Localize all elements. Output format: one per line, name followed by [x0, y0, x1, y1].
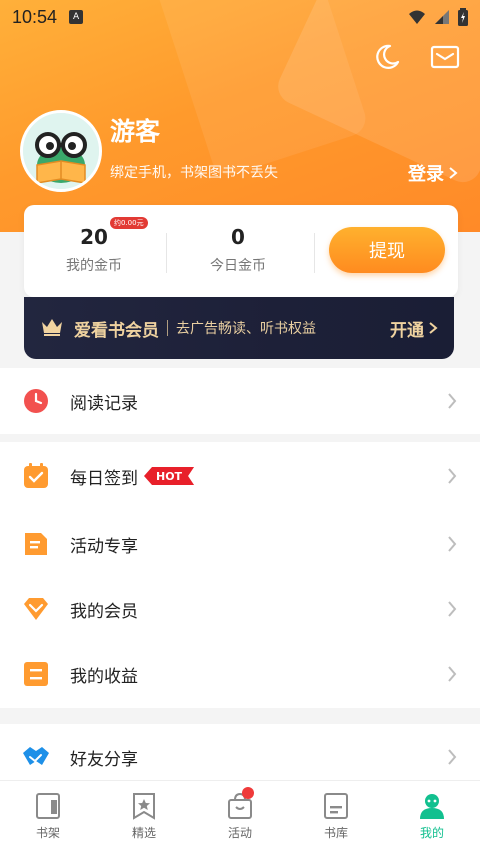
earnings-icon [22, 660, 50, 688]
document-icon [22, 530, 50, 558]
my-coins-label: 我的金币 [66, 258, 122, 274]
vip-description: 去广告畅读、听书权益 [176, 321, 316, 337]
clock-icon [22, 387, 50, 415]
chevron-right-icon [448, 666, 457, 682]
withdraw-button[interactable]: 提现 [329, 227, 445, 273]
divider [314, 233, 315, 273]
status-bar: 10:54 A [0, 0, 480, 34]
vip-title: 爱看书会员 [74, 320, 159, 341]
chevron-right-icon [448, 468, 457, 484]
tab-label: 我的 [419, 826, 444, 840]
list-item-label: 阅读记录 [70, 393, 138, 414]
wifi-icon [409, 10, 425, 24]
list-item-share-friends[interactable]: 好友分享 [0, 724, 480, 780]
tab-label: 精选 [131, 826, 156, 840]
featured-icon [133, 793, 155, 820]
list-item-label: 我的收益 [70, 666, 138, 687]
calendar-check-icon [22, 462, 50, 490]
tab-activities[interactable]: 活动 [192, 781, 288, 852]
chevron-right-icon [429, 322, 438, 334]
list-item-my-membership[interactable]: 我的会员 [0, 578, 480, 640]
chevron-right-icon [448, 601, 457, 617]
signal-icon [435, 10, 449, 24]
menu-group-activities: 每日签到 HOT 活动专享 我的会员 我的收益 [0, 442, 480, 708]
divider [166, 233, 167, 273]
tab-label: 书架 [35, 826, 60, 840]
today-coins-value: 0 [231, 225, 245, 249]
menu-group-share: 好友分享 [0, 724, 480, 780]
avatar[interactable] [20, 110, 102, 192]
today-coins[interactable]: 0 今日金币 [168, 225, 308, 275]
crown-icon [40, 316, 64, 340]
coins-card: 20 我的金币 0 今日金币 提现 [24, 205, 458, 297]
list-item-label: 我的会员 [70, 601, 138, 622]
list-item-label: 每日签到 [70, 468, 138, 489]
vip-divider [167, 320, 168, 336]
bind-phone-hint[interactable]: 绑定手机，书架图书不丢失 [110, 162, 278, 182]
moon-icon[interactable] [370, 40, 404, 74]
list-item-activities[interactable]: 活动专享 [0, 510, 480, 578]
chevron-right-icon [449, 167, 458, 179]
tab-label: 书库 [323, 826, 348, 840]
coin-value-tag: 约0.00元 [110, 217, 148, 229]
notification-icon: A [69, 10, 84, 24]
battery-icon [458, 8, 468, 26]
login-label: 登录 [408, 164, 444, 185]
list-item-label: 好友分享 [70, 749, 138, 770]
vip-open-button[interactable]: 开通 [390, 316, 438, 341]
handshake-icon [22, 743, 50, 771]
tab-library[interactable]: 书库 [288, 781, 384, 852]
vip-banner[interactable]: 爱看书会员 去广告畅读、听书权益 开通 [24, 297, 454, 359]
chevron-right-icon [448, 536, 457, 552]
bottom-tab-bar: 书架 精选 活动 书库 我的 [0, 780, 480, 852]
chevron-right-icon [448, 749, 457, 765]
hot-badge: HOT [144, 467, 194, 485]
list-item-reading-history[interactable]: 阅读记录 [0, 368, 480, 434]
login-button[interactable]: 登录 [408, 160, 458, 186]
tab-featured[interactable]: 精选 [96, 781, 192, 852]
list-item-my-earnings[interactable]: 我的收益 [0, 640, 480, 708]
library-icon [324, 793, 348, 819]
notification-dot [241, 787, 254, 799]
bookshelf-icon [36, 793, 60, 819]
status-time: 10:54 [12, 6, 58, 27]
menu-group-reading: 阅读记录 [0, 368, 480, 434]
today-coins-label: 今日金币 [210, 258, 266, 274]
profile-icon [420, 794, 444, 819]
tab-label: 活动 [227, 826, 252, 840]
vip-open-label: 开通 [390, 320, 424, 341]
tab-profile[interactable]: 我的 [384, 781, 480, 852]
list-item-label: 活动专享 [70, 536, 138, 557]
list-item-daily-checkin[interactable]: 每日签到 HOT [0, 442, 480, 510]
username: 游客 [110, 117, 161, 146]
my-coins[interactable]: 20 我的金币 [24, 225, 164, 275]
tab-bookshelf[interactable]: 书架 [0, 781, 96, 852]
chevron-right-icon [448, 393, 457, 409]
mail-icon[interactable] [428, 40, 462, 74]
diamond-icon [22, 595, 50, 623]
